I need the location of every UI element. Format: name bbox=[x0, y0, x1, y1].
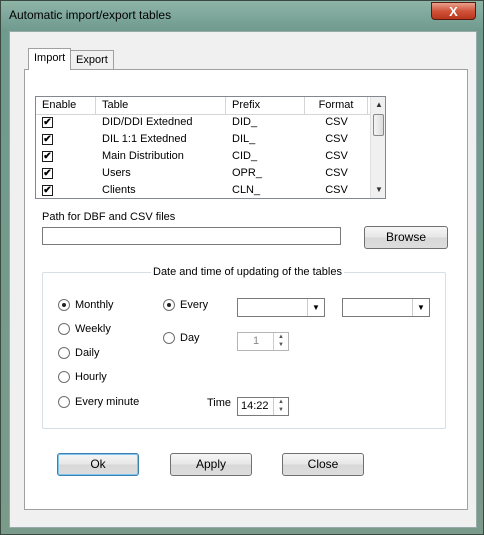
radio-hourly[interactable] bbox=[58, 371, 70, 383]
table-row[interactable]: ✔ Main Distribution CID_ CSV bbox=[36, 148, 370, 165]
day-spinner-value: 1 bbox=[253, 335, 260, 347]
table-row[interactable]: ✔ Clients CLN_ CSV bbox=[36, 182, 370, 198]
radio-daily[interactable] bbox=[58, 347, 70, 359]
column-header-prefix[interactable]: Prefix bbox=[226, 97, 305, 114]
close-window-button[interactable]: X bbox=[431, 2, 476, 20]
prefix-cell: OPR_ bbox=[232, 167, 262, 179]
enable-checkbox[interactable]: ✔ bbox=[42, 117, 53, 128]
dialog-client-area: Import Export Enable Table Prefix Format… bbox=[9, 31, 477, 528]
table-row[interactable]: ✔ DIL 1:1 Extedned DIL_ CSV bbox=[36, 131, 370, 148]
radio-day-label: Day bbox=[180, 332, 200, 344]
day-spinner[interactable]: 1 ▲ ▼ bbox=[237, 332, 289, 351]
table-name-cell: DID/DDI Extedned bbox=[102, 116, 193, 128]
listview-header: Enable Table Prefix Format bbox=[36, 97, 370, 115]
spin-arrows-icon[interactable]: ▲ ▼ bbox=[273, 333, 288, 350]
enable-checkbox[interactable]: ✔ bbox=[42, 168, 53, 179]
time-spinner[interactable]: 14:22 ▲ ▼ bbox=[237, 397, 289, 416]
radio-every-label: Every bbox=[180, 299, 209, 311]
ok-button[interactable]: Ok bbox=[57, 453, 139, 476]
path-label: Path for DBF and CSV files bbox=[42, 211, 176, 223]
scroll-up-icon[interactable]: ▲ bbox=[371, 97, 385, 113]
format-cell: CSV bbox=[325, 133, 348, 145]
time-label: Time bbox=[207, 397, 232, 409]
title-bar[interactable]: Automatic import/export tables X bbox=[1, 1, 483, 31]
browse-button[interactable]: Browse bbox=[364, 226, 448, 249]
path-input[interactable] bbox=[42, 227, 341, 245]
table-name-cell: Clients bbox=[102, 184, 136, 196]
chevron-down-icon[interactable]: ▼ bbox=[412, 299, 429, 316]
enable-checkbox[interactable]: ✔ bbox=[42, 134, 53, 145]
table-row[interactable]: ✔ DID/DDI Extedned DID_ CSV bbox=[36, 114, 370, 131]
prefix-cell: DID_ bbox=[232, 116, 258, 128]
format-cell: CSV bbox=[325, 167, 348, 179]
radio-every-minute[interactable] bbox=[58, 396, 70, 408]
table-name-cell: DIL 1:1 Extedned bbox=[102, 133, 187, 145]
tab-export[interactable]: Export bbox=[70, 50, 114, 70]
format-cell: CSV bbox=[325, 116, 348, 128]
column-header-enable[interactable]: Enable bbox=[36, 97, 96, 114]
column-header-table[interactable]: Table bbox=[96, 97, 226, 114]
prefix-cell: CID_ bbox=[232, 150, 258, 162]
tables-listview[interactable]: Enable Table Prefix Format ✔ DID/DDI Ext… bbox=[35, 96, 386, 199]
table-name-cell: Main Distribution bbox=[102, 150, 184, 162]
listview-scrollbar[interactable]: ▲ ▼ bbox=[370, 97, 385, 198]
window-title: Automatic import/export tables bbox=[9, 8, 172, 22]
every-dropdown[interactable]: ▼ bbox=[237, 298, 325, 317]
radio-weekly[interactable] bbox=[58, 323, 70, 335]
radio-every[interactable] bbox=[163, 299, 175, 311]
column-header-format[interactable]: Format bbox=[305, 97, 368, 114]
radio-weekly-label: Weekly bbox=[75, 323, 111, 335]
radio-hourly-label: Hourly bbox=[75, 371, 107, 383]
prefix-cell: CLN_ bbox=[232, 184, 261, 196]
close-button[interactable]: Close bbox=[282, 453, 364, 476]
format-cell: CSV bbox=[325, 184, 348, 196]
weekday-dropdown[interactable]: ▼ bbox=[342, 298, 430, 317]
dialog-window: Automatic import/export tables X Import … bbox=[0, 0, 484, 535]
spin-arrows-icon[interactable]: ▲ ▼ bbox=[273, 398, 288, 415]
chevron-down-icon[interactable]: ▼ bbox=[307, 299, 324, 316]
enable-checkbox[interactable]: ✔ bbox=[42, 151, 53, 162]
radio-every-minute-label: Every minute bbox=[75, 396, 140, 408]
scroll-thumb[interactable] bbox=[373, 114, 384, 136]
prefix-cell: DIL_ bbox=[232, 133, 256, 145]
scroll-down-icon[interactable]: ▼ bbox=[371, 182, 385, 198]
radio-day[interactable] bbox=[163, 332, 175, 344]
table-row[interactable]: ✔ Users OPR_ CSV bbox=[36, 165, 370, 182]
radio-monthly[interactable] bbox=[58, 299, 70, 311]
apply-button[interactable]: Apply bbox=[170, 453, 252, 476]
radio-monthly-label: Monthly bbox=[75, 299, 114, 311]
format-cell: CSV bbox=[325, 150, 348, 162]
time-spinner-value: 14:22 bbox=[241, 400, 269, 412]
table-name-cell: Users bbox=[102, 167, 131, 179]
schedule-group-title: Date and time of updating of the tables bbox=[151, 266, 344, 278]
enable-checkbox[interactable]: ✔ bbox=[42, 185, 53, 196]
tab-import[interactable]: Import bbox=[28, 48, 72, 70]
radio-daily-label: Daily bbox=[75, 347, 100, 359]
